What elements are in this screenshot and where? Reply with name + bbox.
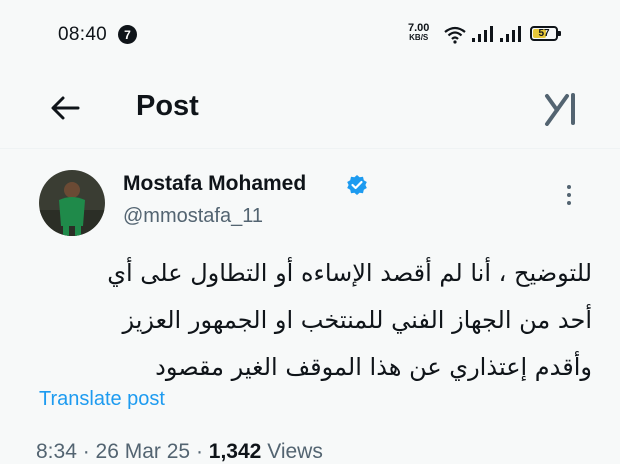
battery-cap [558,31,561,36]
battery-icon: 57 [530,26,558,41]
views-label: Views [267,440,323,463]
author-name[interactable]: Mostafa Mohamed [123,172,306,196]
avatar[interactable] [39,170,105,236]
network-speed-unit: KB/S [409,33,429,42]
views-count: 1,342 [208,440,262,463]
post-meta: 8:34 · 26 Mar 25 · 1,342 Views [36,440,323,463]
network-speed: 7.00 KB/S [408,23,429,43]
post-text: للتوضيح ، أنا لم أقصد الإساءه أو التطاول… [36,250,592,391]
signal-icon [500,26,521,42]
grok-icon[interactable] [543,92,579,126]
battery-percent: 57 [538,28,550,39]
post-date: 26 Mar 25 [95,440,191,463]
post-text-line: أحد من الجهاز الفني للمنتخب او الجمهور ا… [122,306,593,334]
status-time: 08:40 [58,24,108,45]
signal-icon [472,26,493,42]
author-handle[interactable]: @mmostafa_11 [123,205,263,228]
wifi-icon [444,26,466,44]
post-text-line: للتوضيح ، أنا لم أقصد الإساءه أو التطاول… [107,259,592,287]
avatar-image [39,170,105,236]
post-time: 8:34 [36,440,77,463]
post-text-line: وأقدم إعتذاري عن هذا الموقف الغير مقصود [155,353,592,381]
notification-count-badge: 7 [118,25,137,44]
translate-post-link[interactable]: Translate post [39,388,165,411]
header-divider [0,148,620,149]
back-arrow-icon[interactable] [48,94,82,122]
network-speed-value: 7.00 [408,22,430,34]
verified-badge-icon [347,175,367,195]
page-title: Post [136,90,199,122]
more-options-icon[interactable] [565,185,573,209]
